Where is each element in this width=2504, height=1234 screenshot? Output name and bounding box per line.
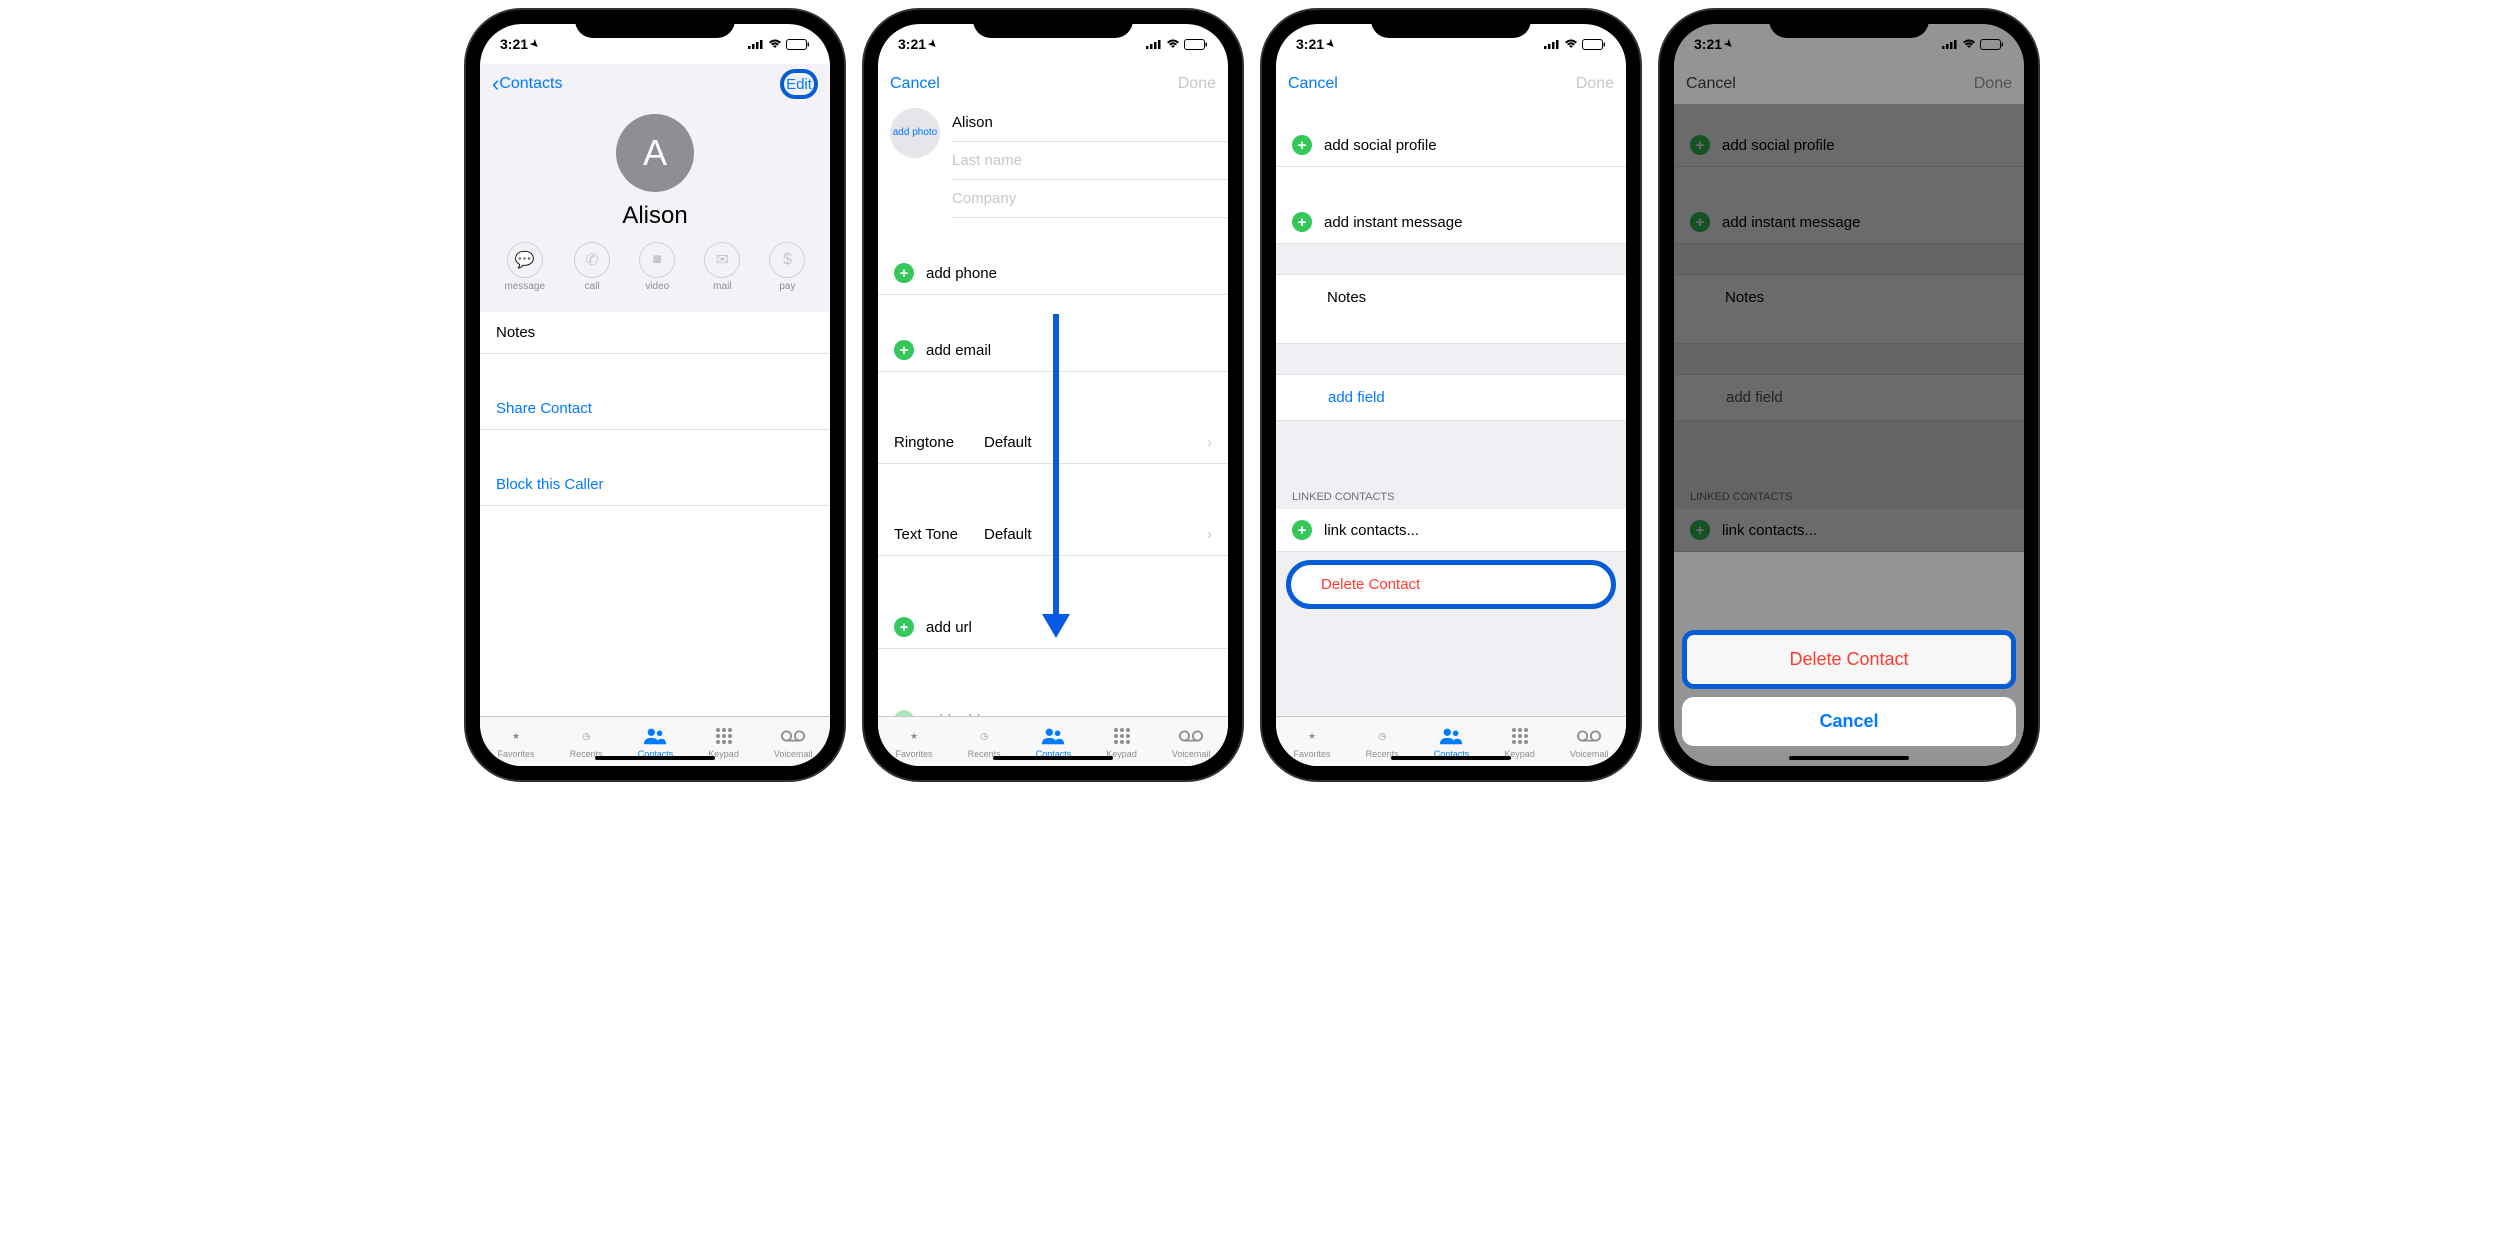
scroll-arrow [1053,314,1059,624]
cancel-button[interactable]: Cancel [1288,75,1338,93]
status-icons [748,39,810,50]
video-button[interactable]: ■video [639,242,675,292]
notch [1769,10,1929,38]
chevron-right-icon: › [1207,434,1212,451]
tab-contacts[interactable]: Contacts [1036,724,1072,759]
add-field-row[interactable]: add field [1276,374,1626,421]
add-phone-row[interactable]: +add phone [878,252,1228,295]
delete-contact-row[interactable]: Delete Contact [1286,560,1616,609]
action-sheet-cancel[interactable]: Cancel [1682,697,2016,746]
phone-4: 3:21➤ Cancel Done +add social profile +a… [1660,10,2038,780]
location-icon: ➤ [527,37,541,51]
back-button[interactable]: ‹Contacts [492,71,562,97]
plus-icon: + [894,263,914,283]
share-contact[interactable]: Share Contact [480,388,830,430]
phone-2: 3:21➤ Cancel Done add photo Alison Last … [864,10,1242,780]
pay-button[interactable]: $pay [769,242,805,292]
plus-icon: + [1292,135,1312,155]
mail-icon: ✉ [704,242,740,278]
star-icon: ★ [504,724,528,748]
contact-name: Alison [480,202,830,230]
action-sheet: Delete Contact Cancel [1682,630,2016,746]
home-indicator[interactable] [1391,756,1511,760]
pay-icon: $ [769,242,805,278]
add-im-row[interactable]: +add instant message [1276,201,1626,244]
notch [1371,10,1531,38]
tab-recents[interactable]: ◷Recents [1366,724,1399,759]
plus-icon: + [894,617,914,637]
tab-recents[interactable]: ◷Recents [570,724,603,759]
tab-favorites[interactable]: ★Favorites [1294,724,1331,759]
tab-voicemail[interactable]: Voicemail [774,724,813,759]
plus-icon: + [1292,520,1312,540]
call-icon: ✆ [574,242,610,278]
notes-row[interactable]: Notes [1276,274,1626,344]
chevron-right-icon: › [1207,526,1212,543]
link-contacts-row[interactable]: +link contacts... [1276,509,1626,552]
tab-voicemail[interactable]: Voicemail [1570,724,1609,759]
mail-button[interactable]: ✉mail [704,242,740,292]
message-icon: 💬 [507,242,543,278]
video-icon: ■ [639,242,675,278]
home-indicator[interactable] [595,756,715,760]
tab-keypad[interactable]: Keypad [1106,724,1137,759]
linked-contacts-header: LINKED CONTACTS [1276,473,1626,509]
block-caller[interactable]: Block this Caller [480,464,830,506]
phone-3: 3:21➤ Cancel Done +add social profile +a… [1262,10,1640,780]
done-button[interactable]: Done [1178,75,1216,93]
notch [973,10,1133,38]
tab-voicemail[interactable]: Voicemail [1172,724,1211,759]
message-button[interactable]: 💬message [505,242,546,292]
tab-keypad[interactable]: Keypad [708,724,739,759]
time: 3:21 [500,36,528,52]
edit-button[interactable]: Edit [780,69,818,99]
last-name-field[interactable]: Last name [952,142,1228,180]
phone-1: 3:21➤ ‹Contacts Edit A Alison 💬message ✆… [466,10,844,780]
done-button[interactable]: Done [1576,75,1614,93]
first-name-field[interactable]: Alison [952,104,1228,142]
tab-contacts[interactable]: Contacts [1434,724,1470,759]
company-field[interactable]: Company [952,180,1228,218]
cancel-button[interactable]: Cancel [890,75,940,93]
voicemail-icon [781,724,805,748]
add-address-row[interactable]: +add address [878,699,1228,716]
contacts-icon [643,724,667,748]
home-indicator[interactable] [993,756,1113,760]
add-photo-button[interactable]: add photo [890,108,940,158]
add-social-row[interactable]: +add social profile [1276,124,1626,167]
tab-keypad[interactable]: Keypad [1504,724,1535,759]
clock-icon: ◷ [574,724,598,748]
tab-favorites[interactable]: ★Favorites [896,724,933,759]
call-button[interactable]: ✆call [574,242,610,292]
tab-favorites[interactable]: ★Favorites [498,724,535,759]
plus-icon: + [894,340,914,360]
keypad-icon [712,724,736,748]
home-indicator[interactable] [1789,756,1909,760]
tab-contacts[interactable]: Contacts [638,724,674,759]
notes-row[interactable]: Notes [480,312,830,354]
plus-icon: + [1292,212,1312,232]
notch [575,10,735,38]
scroll-arrow-head [1042,614,1070,638]
tab-recents[interactable]: ◷Recents [968,724,1001,759]
delete-contact-confirm[interactable]: Delete Contact [1682,630,2016,689]
avatar: A [616,114,694,192]
